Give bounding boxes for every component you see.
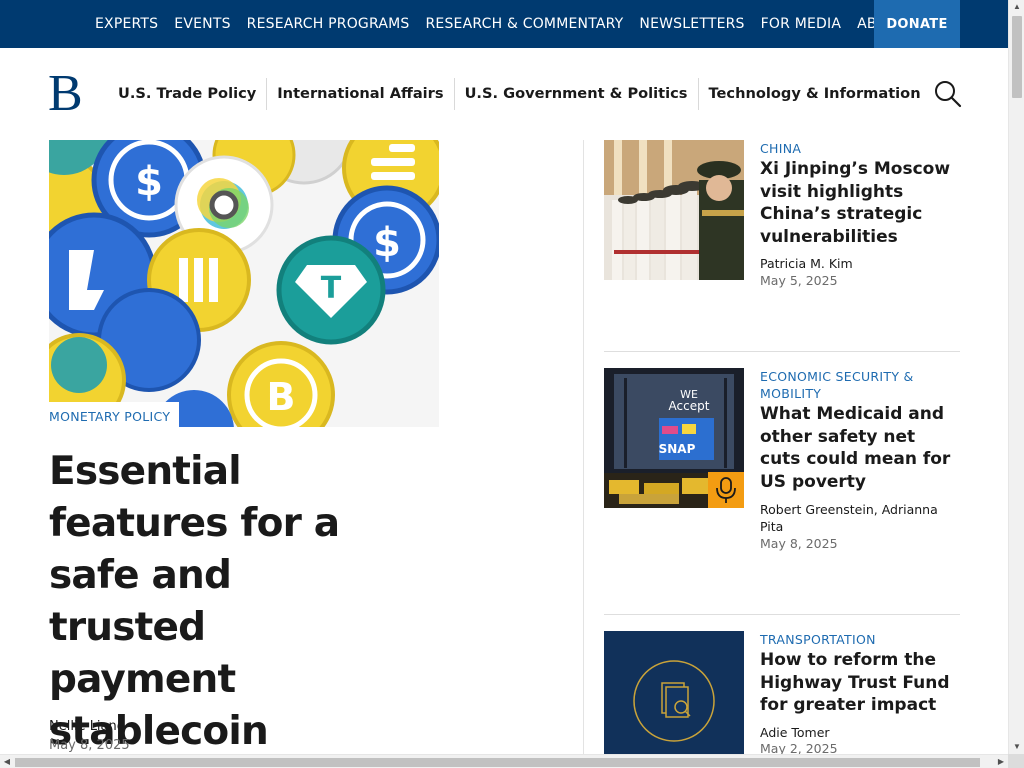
- topic-technology-information[interactable]: Technology & Information: [699, 78, 931, 110]
- side-article-author[interactable]: Patricia M. Kim: [760, 255, 960, 272]
- side-article-date: May 2, 2025: [760, 741, 838, 754]
- side-article-date: May 8, 2025: [760, 536, 838, 551]
- feature-title[interactable]: Essential features for a safe and truste…: [49, 446, 389, 758]
- topic-international-affairs[interactable]: International Affairs: [267, 78, 455, 110]
- top-nav-research-programs[interactable]: RESEARCH PROGRAMS: [239, 0, 418, 48]
- side-article-category[interactable]: TRANSPORTATION: [760, 631, 960, 648]
- side-article-date: May 5, 2025: [760, 273, 838, 288]
- feature-date: May 8, 2025: [49, 738, 130, 753]
- scroll-down-arrow-icon[interactable]: ▼: [1009, 740, 1024, 754]
- feature-image[interactable]: $ $ T B: [49, 140, 439, 427]
- snap-thumbnail-accept-text: Accept: [669, 399, 710, 413]
- svg-text:$: $: [373, 220, 401, 266]
- side-article-category[interactable]: CHINA: [760, 140, 960, 157]
- snap-window-photo: WE Accept SNAP: [604, 368, 744, 508]
- svg-text:T: T: [321, 271, 342, 306]
- column-divider: [583, 140, 584, 754]
- snap-thumbnail-snap-text: SNAP: [659, 442, 696, 456]
- vertical-scroll-thumb[interactable]: [1012, 16, 1022, 98]
- feature-category[interactable]: MONETARY POLICY: [49, 402, 180, 427]
- article-divider: [604, 614, 960, 615]
- search-button[interactable]: [934, 80, 962, 108]
- vertical-scrollbar[interactable]: ▲ ▼: [1008, 0, 1024, 768]
- feature-author[interactable]: Nellie Liang: [49, 719, 125, 734]
- top-nav-research-commentary[interactable]: RESEARCH & COMMENTARY: [417, 0, 631, 48]
- top-utility-bar: EXPERTS EVENTS RESEARCH PROGRAMS RESEARC…: [0, 0, 1008, 48]
- search-icon: [935, 81, 962, 108]
- top-nav-newsletters[interactable]: NEWSLETTERS: [631, 0, 752, 48]
- topic-us-trade-policy[interactable]: U.S. Trade Policy: [108, 78, 268, 110]
- scroll-left-arrow-icon[interactable]: ◀: [0, 755, 14, 768]
- side-article-title[interactable]: How to reform the Highway Trust Fund for…: [760, 649, 960, 717]
- topic-nav: U.S. Trade Policy International Affairs …: [108, 78, 931, 110]
- horizontal-scrollbar[interactable]: ◀ ▶: [0, 754, 1008, 768]
- side-article-title[interactable]: Xi Jinping’s Moscow visit highlights Chi…: [760, 158, 960, 248]
- topic-us-government-politics[interactable]: U.S. Government & Politics: [455, 78, 699, 110]
- side-article: CHINA Xi Jinping’s Moscow visit highligh…: [604, 140, 960, 300]
- top-nav-for-media[interactable]: FOR MEDIA: [753, 0, 849, 48]
- scrollbar-corner: [1008, 754, 1024, 768]
- scroll-right-arrow-icon[interactable]: ▶: [994, 755, 1008, 768]
- side-article: WE Accept SNAP ECONOMIC SECURITY & MOBIL…: [604, 368, 960, 558]
- svg-text:$: $: [135, 159, 163, 205]
- logo[interactable]: B: [48, 68, 83, 120]
- soldiers-photo: [604, 140, 744, 280]
- side-article: TRANSPORTATION How to reform the Highway…: [604, 631, 960, 754]
- side-article-author[interactable]: Adie Tomer: [760, 724, 960, 741]
- side-article-thumbnail[interactable]: [604, 631, 744, 754]
- top-nav-experts[interactable]: EXPERTS: [87, 0, 166, 48]
- svg-text:B: B: [267, 375, 296, 419]
- horizontal-scroll-thumb[interactable]: [15, 758, 980, 767]
- stablecoin-coins-illustration: $ $ T B: [49, 140, 439, 427]
- side-article-category[interactable]: ECONOMIC SECURITY & MOBILITY: [760, 368, 960, 402]
- side-article-thumbnail[interactable]: WE Accept SNAP: [604, 368, 744, 508]
- document-search-illustration: [604, 631, 744, 754]
- side-article-author[interactable]: Robert Greenstein, Adrianna Pita: [760, 501, 960, 535]
- side-article-title[interactable]: What Medicaid and other safety net cuts …: [760, 403, 960, 493]
- side-article-thumbnail[interactable]: [604, 140, 744, 280]
- donate-button[interactable]: DONATE: [874, 0, 960, 48]
- scroll-up-arrow-icon[interactable]: ▲: [1009, 0, 1024, 14]
- top-nav: EXPERTS EVENTS RESEARCH PROGRAMS RESEARC…: [87, 0, 939, 48]
- article-divider: [604, 351, 960, 352]
- top-nav-events[interactable]: EVENTS: [166, 0, 238, 48]
